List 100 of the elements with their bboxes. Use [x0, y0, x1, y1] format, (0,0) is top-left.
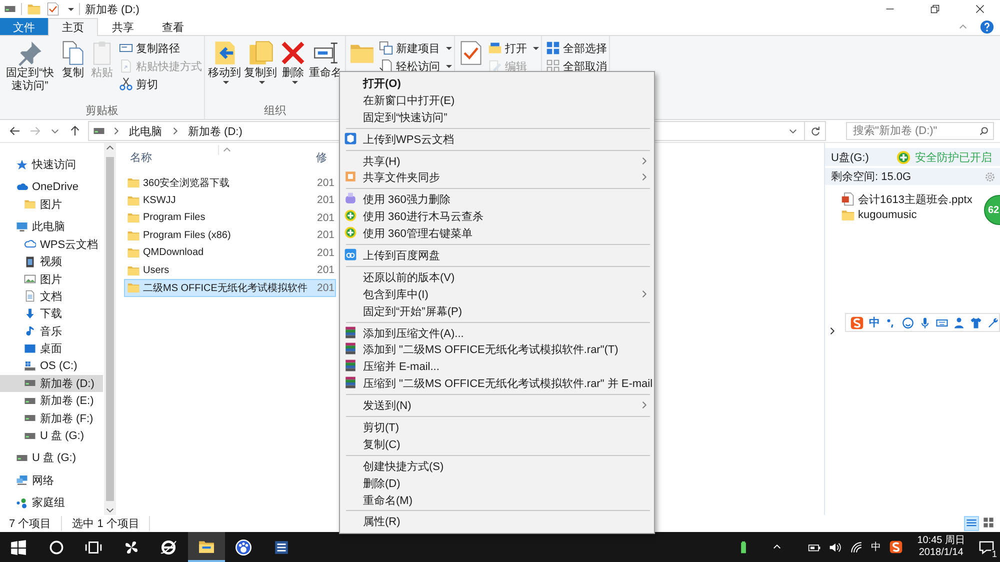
- ribbon-button[interactable]: 新建项目: [379, 40, 452, 56]
- nav-item[interactable]: 新加卷 (D:): [0, 374, 103, 392]
- menu-item[interactable]: 压缩并 E-mail...: [340, 358, 654, 376]
- search-field[interactable]: 搜索"新加卷 (D:)": [846, 122, 994, 140]
- details-view-button[interactable]: [964, 516, 979, 531]
- menu-item[interactable]: 发送到(N): [340, 397, 654, 414]
- file-row[interactable]: Program Files 201: [124, 209, 336, 226]
- tiles-view-button[interactable]: [982, 516, 995, 529]
- menu-item[interactable]: 创建快捷方式(S): [340, 458, 654, 475]
- usb-file[interactable]: 会计1613主题班会.pptx: [841, 191, 972, 207]
- menu-item[interactable]: 添加到 "二级MS OFFICE无纸化考试模拟软件.rar"(T): [340, 341, 654, 358]
- ribbon-tab[interactable]: 主页: [48, 18, 98, 36]
- nav-item[interactable]: 下载: [0, 305, 103, 323]
- folder-icon: [127, 176, 140, 190]
- usb-file[interactable]: kugoumusic: [841, 207, 917, 223]
- person-icon: [953, 316, 965, 328]
- nav-item[interactable]: 图片: [0, 196, 103, 214]
- menu-item[interactable]: 删除(D): [340, 474, 654, 492]
- file-row[interactable]: 二级MS OFFICE无纸化考试模拟软件 201: [124, 279, 336, 296]
- ribbon-button[interactable]: 复制到: [243, 40, 278, 84]
- nav-item[interactable]: 新加卷 (F:): [0, 409, 103, 427]
- nav-item[interactable]: OS (C:): [0, 357, 103, 375]
- menu-item[interactable]: 上传到百度网盘: [340, 247, 654, 264]
- menu-item[interactable]: 复制(C): [340, 436, 654, 453]
- ribbon-button[interactable]: 删除: [279, 40, 307, 84]
- file-row[interactable]: Users 201: [124, 262, 336, 279]
- menu-item[interactable]: 还原以前的版本(V): [340, 268, 654, 286]
- nav-item[interactable]: U 盘 (G:): [0, 449, 103, 467]
- ribbon-button[interactable]: 复制: [59, 40, 87, 80]
- nav-item[interactable]: OneDrive: [0, 178, 103, 196]
- nav-item[interactable]: 快速访问: [0, 156, 103, 174]
- new-item-icon: [379, 41, 393, 55]
- input-mode-toggle[interactable]: 中: [869, 315, 880, 330]
- menu-item[interactable]: 共享(H): [340, 152, 654, 170]
- list-view-icon: [966, 518, 977, 529]
- nav-item[interactable]: U 盘 (G:): [0, 426, 103, 444]
- menu-item[interactable]: 压缩到 "二级MS OFFICE无纸化考试模拟软件.rar" 并 E-mail: [340, 375, 654, 392]
- menu-item[interactable]: 重命名(M): [340, 492, 654, 508]
- menu-item[interactable]: 剪切(T): [340, 419, 654, 436]
- menu-item[interactable]: 固定到“开始”屏幕(P): [340, 302, 654, 320]
- free-space-label: 剩余空间: 15.0G: [831, 170, 912, 184]
- menu-item[interactable]: 在新窗口中打开(E): [340, 92, 654, 109]
- ribbon-button[interactable]: 移动到: [207, 40, 242, 84]
- ribbon-button[interactable]: 全部取消: [546, 58, 607, 74]
- menu-item[interactable]: 打开(O): [340, 75, 654, 92]
- nav-item[interactable]: 新加卷 (E:): [0, 392, 103, 410]
- help-icon[interactable]: [980, 20, 994, 34]
- cloud-icon: [24, 238, 36, 250]
- menu-item[interactable]: 属性(R): [340, 513, 654, 530]
- ribbon-tab[interactable]: 共享: [98, 18, 148, 35]
- nav-item[interactable]: WPS云文档: [0, 236, 103, 253]
- nav-item[interactable]: 视频: [0, 252, 103, 270]
- shirt-icon: [970, 316, 982, 328]
- ribbon-button[interactable]: 剪切: [119, 76, 202, 92]
- breadcrumb-link[interactable]: 新加卷 (D:): [186, 124, 244, 138]
- nav-item[interactable]: 音乐: [0, 322, 103, 340]
- breadcrumb-link[interactable]: 此电脑: [127, 124, 164, 138]
- nav-item[interactable]: 桌面: [0, 340, 103, 358]
- menu-item[interactable]: 共享文件夹同步: [340, 169, 654, 186]
- menu-item[interactable]: 上传到WPS云文档: [340, 130, 654, 148]
- ribbon-button[interactable]: 全部选择: [546, 40, 607, 56]
- date-cell: 201: [317, 212, 335, 224]
- ribbon-tab[interactable]: 查看: [148, 18, 198, 35]
- wrench-icon: [987, 316, 999, 328]
- notification-button[interactable]: 1: [979, 540, 994, 554]
- column-header[interactable]: 修: [316, 150, 327, 165]
- column-header[interactable]: 名称: [126, 150, 316, 165]
- collapse-ribbon-icon: [958, 22, 968, 32]
- file-menu-tab[interactable]: 文件: [0, 18, 48, 35]
- file-name: Users: [143, 264, 170, 276]
- nav-item[interactable]: 文档: [0, 288, 103, 306]
- sogou-logo-icon[interactable]: [889, 540, 904, 554]
- menu-item[interactable]: 使用 360强力删除: [340, 191, 654, 208]
- ribbon-button[interactable]: 打开: [488, 40, 539, 56]
- file-row[interactable]: Program Files (x86) 201: [124, 226, 336, 244]
- menu-item[interactable]: 固定到“快速访问”: [340, 108, 654, 126]
- menu-item[interactable]: 使用 360进行木马云查杀: [340, 208, 654, 226]
- nav-item[interactable]: 家庭组: [0, 494, 103, 512]
- monitor-icon: [16, 220, 28, 233]
- refresh-icon: [810, 126, 820, 136]
- start-icon: [10, 538, 28, 556]
- folders-icon: [248, 40, 274, 66]
- clock[interactable]: 10:45 周日 2018/1/14: [917, 535, 965, 559]
- ribbon-button[interactable]: 复制路径: [119, 40, 202, 56]
- nav-item[interactable]: 图片: [0, 270, 103, 288]
- circle-icon: [48, 538, 65, 556]
- taskbar-button[interactable]: [188, 532, 225, 562]
- tile-icon: [344, 170, 357, 184]
- scrollbar[interactable]: [104, 143, 115, 515]
- menu-item[interactable]: 添加到压缩文件(A)...: [340, 324, 654, 342]
- file-row[interactable]: 360安全浏览器下载 201: [124, 174, 336, 192]
- file-name: KSWJJ: [143, 194, 177, 206]
- menu-item[interactable]: 使用 360管理右键菜单: [340, 225, 654, 242]
- menu-item[interactable]: 包含到库中(I): [340, 286, 654, 303]
- input-language[interactable]: 中: [871, 540, 882, 554]
- nav-item[interactable]: 网络: [0, 472, 103, 490]
- file-row[interactable]: KSWJJ 201: [124, 192, 336, 209]
- nav-item[interactable]: 此电脑: [0, 218, 103, 236]
- ribbon-button[interactable]: 固定到“快速访问”: [2, 40, 58, 93]
- file-row[interactable]: QMDownload 201: [124, 244, 336, 262]
